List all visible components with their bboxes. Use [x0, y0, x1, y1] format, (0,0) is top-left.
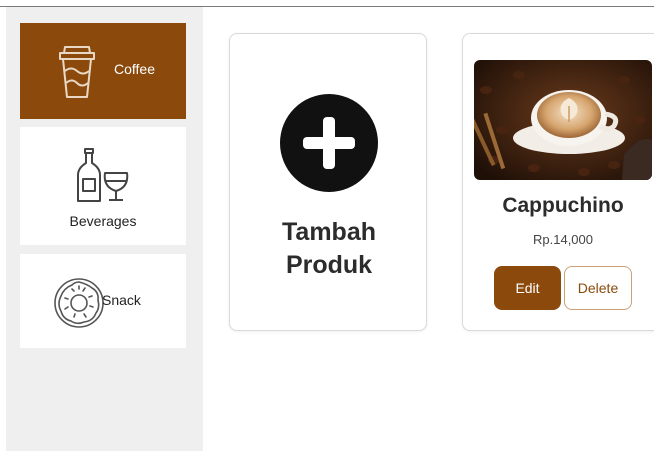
- bottle-glass-icon: [77, 148, 129, 202]
- category-label: Coffee: [114, 61, 155, 77]
- donut-icon: [54, 278, 104, 328]
- category-sidebar: Coffee Beverages Snack: [6, 7, 203, 451]
- category-label: Snack: [102, 292, 141, 308]
- category-coffee[interactable]: Coffee: [20, 23, 186, 119]
- category-beverages[interactable]: Beverages: [20, 127, 186, 245]
- add-product-label-line1: Tambah: [282, 218, 376, 246]
- plus-circle-icon: [280, 94, 378, 192]
- coffee-cup-icon: [59, 46, 95, 98]
- add-product-label-line2: Produk: [285, 251, 373, 279]
- product-price: Rp.14,000: [533, 232, 593, 247]
- category-label: Beverages: [69, 213, 137, 229]
- product-name: Cappuchino: [502, 194, 624, 217]
- delete-button[interactable]: Delete: [564, 266, 632, 310]
- product-card: Cappuchino Rp.14,000 Edit Delete: [462, 33, 654, 331]
- category-snack[interactable]: Snack: [20, 254, 186, 348]
- add-product-card[interactable]: Tambah Produk: [229, 33, 427, 331]
- product-image: [474, 60, 652, 180]
- edit-button[interactable]: Edit: [494, 266, 561, 310]
